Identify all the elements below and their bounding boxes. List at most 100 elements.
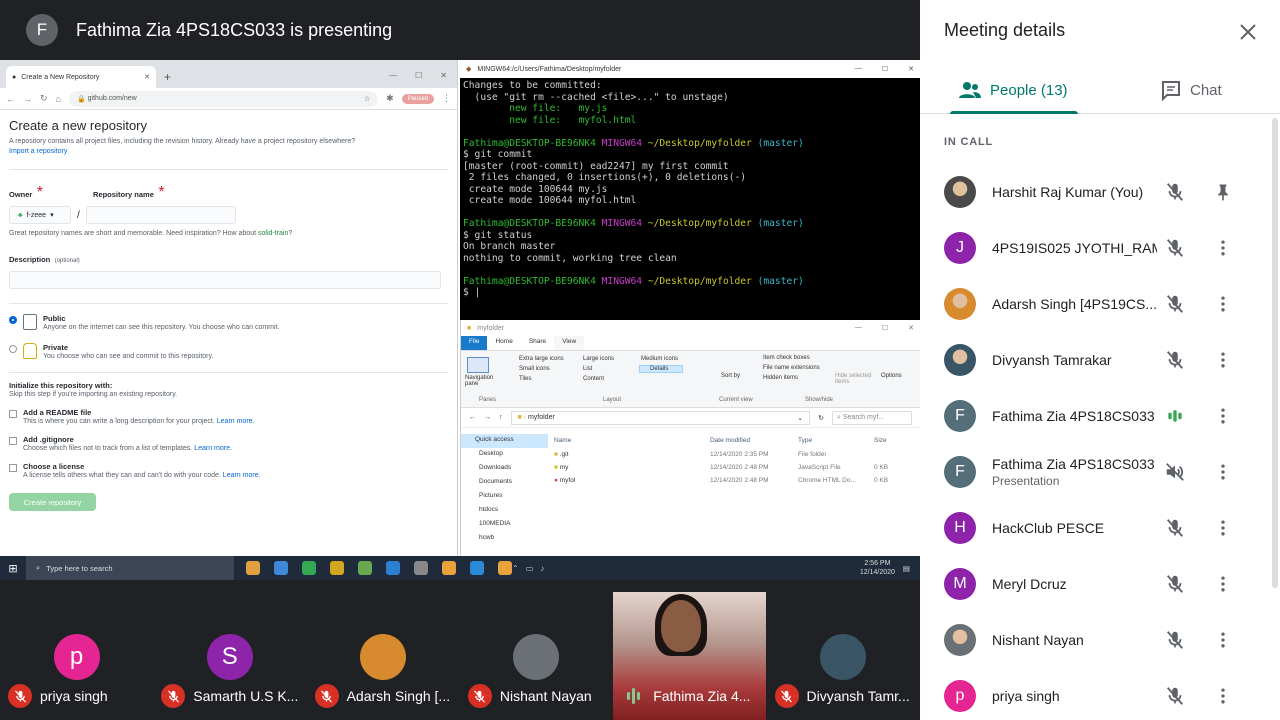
view-list[interactable]: List bbox=[583, 366, 592, 372]
nav-hcwb[interactable]: hcwb bbox=[461, 532, 548, 546]
people-row[interactable]: F Fathima Zia 4PS18CS033 bbox=[920, 388, 1270, 444]
gitignore-option[interactable]: Add .gitignore Choose which files not to… bbox=[9, 435, 448, 454]
pin-icon[interactable] bbox=[1211, 180, 1235, 204]
minimize-icon[interactable]: — bbox=[855, 324, 862, 332]
more-options-icon[interactable] bbox=[1211, 628, 1235, 652]
hide-selected-items[interactable]: Hide selected items bbox=[835, 373, 875, 385]
public-option[interactable]: Public Anyone on the internet can see th… bbox=[9, 314, 448, 333]
participant-tile[interactable]: p priya singh bbox=[0, 592, 153, 720]
view-tiles[interactable]: Tiles bbox=[519, 376, 531, 382]
readme-checkbox[interactable] bbox=[9, 410, 17, 418]
col-name[interactable]: Name bbox=[554, 437, 710, 444]
paused-badge[interactable]: Paused bbox=[401, 93, 434, 104]
more-options-icon[interactable] bbox=[1211, 236, 1235, 260]
navigation-pane-icon[interactable] bbox=[467, 357, 489, 373]
new-tab-icon[interactable]: + bbox=[164, 70, 171, 84]
volume-icon[interactable]: ♪ bbox=[540, 564, 544, 573]
nav-quick-access[interactable]: Quick access bbox=[461, 434, 548, 448]
view-small[interactable]: Small icons bbox=[519, 366, 550, 372]
people-row[interactable]: F Fathima Zia 4PS18CS033 Presentation bbox=[920, 444, 1270, 500]
options-button[interactable]: Options bbox=[881, 373, 902, 379]
more-options-icon[interactable] bbox=[1211, 292, 1235, 316]
more-options-icon[interactable] bbox=[1211, 572, 1235, 596]
taskbar-app-icon[interactable] bbox=[470, 561, 484, 575]
view-medium[interactable]: Medium icons bbox=[641, 356, 678, 362]
extension-icon[interactable]: ✱ bbox=[386, 93, 394, 104]
maximize-icon[interactable]: ☐ bbox=[882, 324, 888, 332]
ribbon-tab-home[interactable]: Home bbox=[487, 336, 520, 350]
nav-htdocs[interactable]: htdocs bbox=[461, 504, 548, 518]
browser-tab[interactable]: ● Create a New Repository ✕ bbox=[6, 66, 156, 88]
import-link[interactable]: Import a repository bbox=[9, 147, 448, 157]
taskbar-clock[interactable]: 2:56 PM 12/14/2020 bbox=[860, 559, 903, 577]
maximize-icon[interactable]: ☐ bbox=[882, 65, 888, 73]
close-panel-button[interactable] bbox=[1234, 18, 1262, 46]
windows-start-icon[interactable]: ⊞ bbox=[0, 562, 26, 575]
up-icon[interactable]: ↑ bbox=[499, 414, 503, 421]
owner-select[interactable]: ♣ f-zeee ▾ bbox=[9, 206, 71, 224]
ribbon-tab-view[interactable]: View bbox=[554, 336, 585, 350]
participant-tile[interactable]: Divyansh Tamr... bbox=[767, 592, 920, 720]
network-icon[interactable]: ▭ bbox=[526, 564, 534, 573]
participant-tile[interactable]: Adarsh Singh [... bbox=[307, 592, 460, 720]
gitignore-learn-more[interactable]: Learn more. bbox=[194, 445, 232, 452]
file-row[interactable]: ● myfol 12/14/2020 2:48 PM Chrome HTML D… bbox=[554, 474, 914, 487]
repo-name-input[interactable] bbox=[85, 206, 236, 224]
forward-icon[interactable]: → bbox=[23, 94, 32, 104]
people-row[interactable]: Nishant Nayan bbox=[920, 612, 1270, 668]
view-details[interactable]: Details bbox=[639, 365, 684, 373]
tab-chat[interactable]: Chat bbox=[1160, 66, 1222, 114]
close-icon[interactable]: ✕ bbox=[908, 65, 914, 73]
more-options-icon[interactable] bbox=[1211, 516, 1235, 540]
minimize-icon[interactable]: — bbox=[389, 71, 397, 80]
notification-icon[interactable]: ▤ bbox=[903, 564, 920, 573]
public-radio[interactable] bbox=[9, 316, 17, 324]
home-icon[interactable]: ⌂ bbox=[56, 94, 61, 104]
taskbar-app-icon[interactable] bbox=[302, 561, 316, 575]
taskbar-app-icon[interactable] bbox=[358, 561, 372, 575]
people-row[interactable]: J 4PS19IS025 JYOTHI_RAM bbox=[920, 220, 1270, 276]
private-option[interactable]: Private You choose who can see and commi… bbox=[9, 343, 448, 362]
explorer-path[interactable]: ■ › myfolder ⌄ bbox=[510, 410, 811, 425]
more-options-icon[interactable] bbox=[1211, 460, 1235, 484]
view-content[interactable]: Content bbox=[583, 376, 604, 382]
address-bar[interactable]: 🔒 github.com/new ☆ bbox=[68, 90, 379, 107]
readme-option[interactable]: Add a README file This is where you can … bbox=[9, 408, 448, 427]
taskbar-search[interactable]: ⌕ Type here to search bbox=[26, 556, 234, 580]
taskbar-app-icon[interactable] bbox=[246, 561, 260, 575]
menu-icon[interactable]: ⋮ bbox=[442, 93, 451, 104]
people-row[interactable]: Divyansh Tamrakar bbox=[920, 332, 1270, 388]
reload-icon[interactable]: ↻ bbox=[40, 93, 48, 104]
nav-100media[interactable]: 100MEDIA bbox=[461, 518, 548, 532]
taskbar-app-icon[interactable] bbox=[330, 561, 344, 575]
close-icon[interactable]: ✕ bbox=[440, 71, 447, 80]
file-name-extensions[interactable]: File name extensions bbox=[763, 365, 820, 371]
more-options-icon[interactable] bbox=[1211, 348, 1235, 372]
ribbon-tab-share[interactable]: Share bbox=[521, 336, 554, 350]
view-large[interactable]: Large icons bbox=[583, 356, 614, 362]
nav-desktop[interactable]: Desktop bbox=[461, 448, 548, 462]
license-learn-more[interactable]: Learn more. bbox=[223, 472, 261, 479]
taskbar-app-icon[interactable] bbox=[386, 561, 400, 575]
maximize-icon[interactable]: ☐ bbox=[415, 71, 422, 80]
back-icon[interactable]: ← bbox=[6, 94, 15, 104]
explorer-search[interactable]: ⌕ Search myf... bbox=[832, 410, 912, 425]
people-row[interactable]: Adarsh Singh [4PS19CS... bbox=[920, 276, 1270, 332]
panel-scrollbar[interactable] bbox=[1272, 118, 1278, 588]
tab-close-icon[interactable]: ✕ bbox=[144, 73, 150, 81]
back-icon[interactable]: ← bbox=[469, 414, 476, 421]
minimize-icon[interactable]: — bbox=[855, 65, 862, 73]
file-row[interactable]: ■ .git 12/14/2020 2:35 PM File folder bbox=[554, 448, 914, 461]
refresh-icon[interactable]: ↻ bbox=[818, 414, 824, 422]
people-row[interactable]: H HackClub PESCE bbox=[920, 500, 1270, 556]
nav-documents[interactable]: Documents bbox=[461, 476, 548, 490]
private-radio[interactable] bbox=[9, 345, 17, 353]
taskbar-app-icon[interactable] bbox=[442, 561, 456, 575]
taskbar-app-icon[interactable] bbox=[498, 561, 512, 575]
participant-tile[interactable]: S Samarth U.S K... bbox=[153, 592, 306, 720]
chevron-down-icon[interactable]: ⌄ bbox=[797, 414, 803, 422]
people-row[interactable]: Harshit Raj Kumar (You) bbox=[920, 164, 1270, 220]
description-input[interactable] bbox=[9, 271, 441, 289]
taskbar-app-icon[interactable] bbox=[414, 561, 428, 575]
people-row[interactable]: M Meryl Dcruz bbox=[920, 556, 1270, 612]
